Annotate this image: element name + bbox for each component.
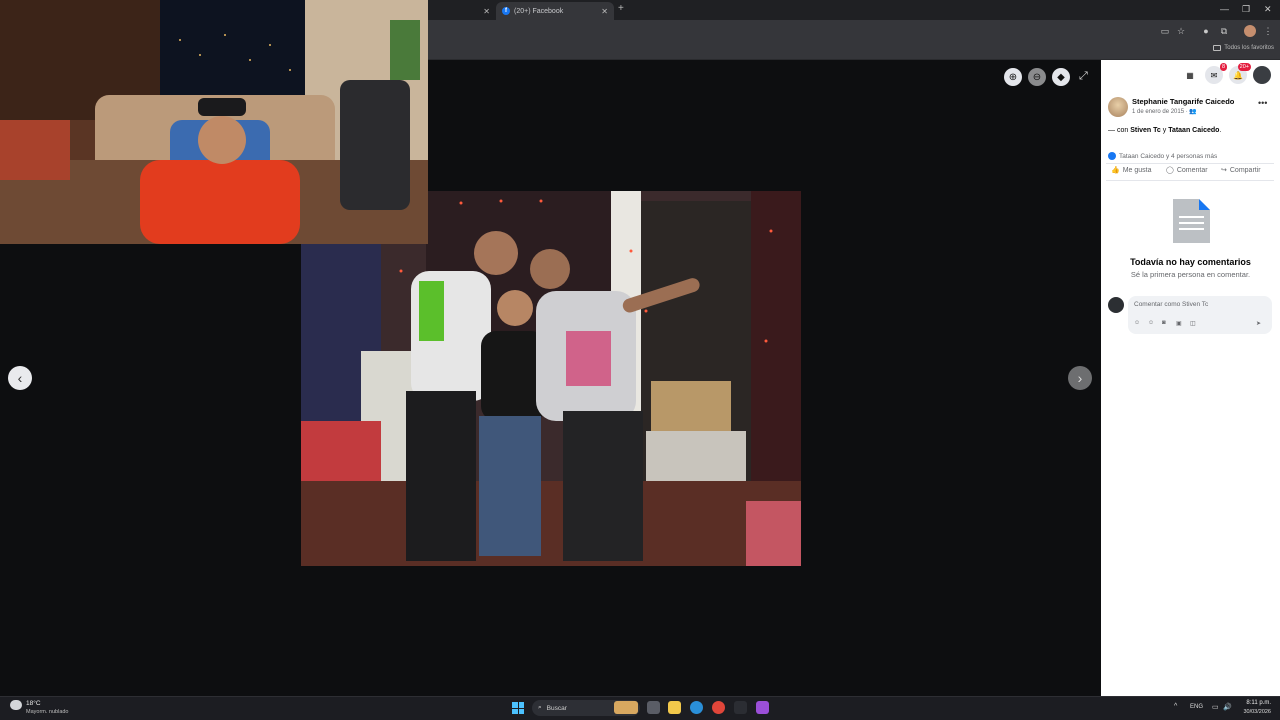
extensions-puzzle-icon[interactable]: ⧉ — [1218, 25, 1230, 37]
new-tab-icon[interactable]: + — [618, 3, 624, 14]
tab-previous[interactable]: ✕ — [432, 2, 496, 20]
notifications-badge: 20+ — [1237, 63, 1251, 71]
comment-bubble-icon: ◯ — [1166, 167, 1174, 174]
facebook-favicon-icon: f — [502, 7, 510, 15]
tab-facebook[interactable]: f (20+) Facebook ✕ — [496, 2, 614, 20]
post-date[interactable]: 1 de enero de 2015 · 👥 — [1132, 108, 1197, 115]
camera-icon[interactable]: ◙ — [1162, 320, 1166, 326]
app-icon[interactable] — [756, 701, 769, 714]
app-icon[interactable] — [734, 701, 747, 714]
next-photo-button[interactable]: › — [1068, 366, 1092, 390]
input-language[interactable]: ENG — [1190, 704, 1203, 710]
close-window-icon[interactable]: ✕ — [1264, 4, 1272, 15]
menu-grid-icon[interactable]: ▦ — [1181, 66, 1199, 84]
weather-description[interactable]: Mayorm. nublado — [26, 709, 69, 715]
chevron-up-icon[interactable]: ^ — [1174, 703, 1177, 710]
tab-close-icon[interactable]: ✕ — [483, 7, 490, 16]
chrome-browser-icon[interactable] — [712, 701, 725, 714]
audience-friends-icon: · 👥 — [1185, 109, 1197, 115]
thumbs-up-icon: 👍 — [1111, 167, 1120, 174]
post-more-options-icon[interactable]: ••• — [1258, 98, 1267, 108]
folder-icon — [1213, 45, 1222, 51]
reactions-text: Tataan Caicedo y 4 personas más — [1119, 152, 1218, 160]
emoji-icon[interactable]: ☺ — [1148, 320, 1154, 326]
no-comments-title: Todavía no hay comentarios — [1130, 257, 1251, 267]
network-icon[interactable]: ▭ — [1212, 703, 1219, 711]
tagged-suffix: . — [1219, 127, 1222, 134]
post-photo[interactable] — [301, 191, 801, 566]
zoom-in-icon[interactable]: ⊕ — [1004, 68, 1022, 86]
notifications-button[interactable]: 🔔 20+ — [1229, 63, 1251, 84]
minimize-icon[interactable]: — — [1220, 4, 1229, 14]
tagged-person-link[interactable]: Stiven Tc — [1130, 127, 1161, 134]
clock-time[interactable]: 8:11 p.m. — [1241, 700, 1271, 706]
bookmark-star-icon[interactable]: ☆ — [1175, 25, 1187, 37]
divider — [1106, 163, 1274, 164]
clock-date[interactable]: 30/03/2026 — [1233, 709, 1271, 715]
divider — [1106, 180, 1274, 181]
zoom-out-icon[interactable]: ⊖ — [1028, 68, 1046, 86]
restore-icon[interactable]: ❐ — [1242, 4, 1250, 15]
post-date-text: 1 de enero de 2015 — [1132, 109, 1185, 115]
cast-icon[interactable]: ▭ — [1159, 25, 1171, 37]
expand-icon[interactable]: ⤢ — [1079, 70, 1088, 83]
commenter-avatar[interactable] — [1108, 297, 1124, 313]
all-bookmarks-label: Todos los favoritos — [1224, 45, 1274, 51]
messenger-icon: ✉ — [1210, 70, 1218, 80]
gif-icon[interactable]: ▣ — [1176, 320, 1182, 327]
edge-browser-icon[interactable] — [690, 701, 703, 714]
comment-placeholder: Comentar como Stiven Tc — [1134, 301, 1209, 308]
avatar-sticker-icon[interactable]: ☺ — [1134, 320, 1140, 326]
like-label: Me gusta — [1122, 166, 1152, 174]
volume-icon[interactable]: 🔊 — [1223, 703, 1232, 711]
share-arrow-icon: ↪ — [1221, 167, 1227, 174]
account-avatar[interactable] — [1253, 66, 1271, 84]
send-icon[interactable]: ➤ — [1256, 320, 1261, 327]
taskbar-search-label: Buscar — [546, 704, 567, 712]
like-reaction-icon — [1108, 152, 1116, 160]
author-avatar[interactable] — [1108, 97, 1128, 117]
search-highlight-icon[interactable] — [614, 701, 638, 714]
cloud-weather-icon[interactable] — [10, 700, 22, 710]
no-comments-subtitle: Sé la primera persona en comentar. — [1130, 270, 1251, 279]
windows-taskbar — [0, 696, 1280, 720]
weather-temperature[interactable]: 18°C — [26, 700, 41, 707]
chevron-left-icon: ‹ — [17, 370, 23, 386]
task-view-icon[interactable] — [647, 701, 660, 714]
share-button[interactable]: ↪ Compartir — [1221, 166, 1261, 175]
like-button[interactable]: 👍 Me gusta — [1111, 166, 1152, 175]
messenger-badge: 8 — [1219, 63, 1227, 71]
comment-button[interactable]: ◯ Comentar — [1166, 166, 1208, 175]
share-label: Compartir — [1229, 166, 1261, 174]
document-line — [1179, 228, 1204, 230]
tagged-people: — con Stiven Tc y Tataan Caicedo. — [1108, 127, 1221, 134]
all-bookmarks[interactable]: Todos los favoritos — [1213, 45, 1274, 51]
previous-photo-button[interactable]: ‹ — [8, 366, 32, 390]
file-explorer-icon[interactable] — [668, 701, 681, 714]
document-line — [1179, 222, 1204, 224]
author-name[interactable]: Stephanie Tangarife Caicedo — [1132, 97, 1234, 106]
browser-menu-icon[interactable]: ⋮ — [1262, 25, 1274, 37]
profile-avatar-icon[interactable] — [1244, 25, 1256, 37]
document-line — [1179, 216, 1204, 218]
sticker-icon[interactable]: ◫ — [1190, 320, 1196, 327]
bell-icon: 🔔 — [1233, 70, 1243, 80]
webcam-overlay — [0, 0, 428, 244]
reactions-summary[interactable]: Tataan Caicedo y 4 personas más — [1108, 152, 1217, 160]
tab-close-icon[interactable]: ✕ — [601, 7, 608, 16]
tagged-person-link[interactable]: Tataan Caicedo — [1168, 127, 1219, 134]
tab-title: (20+) Facebook — [514, 7, 564, 15]
messenger-button[interactable]: ✉ 8 — [1205, 63, 1227, 84]
search-icon: ⌕ — [538, 704, 542, 711]
extension-icon[interactable]: ● — [1200, 25, 1212, 37]
comment-label: Comentar — [1176, 166, 1208, 174]
tagged-prefix: — con — [1108, 127, 1131, 134]
tag-icon[interactable]: ◆ — [1052, 68, 1070, 86]
windows-start-icon[interactable] — [512, 702, 524, 714]
chevron-right-icon: › — [1077, 370, 1083, 386]
